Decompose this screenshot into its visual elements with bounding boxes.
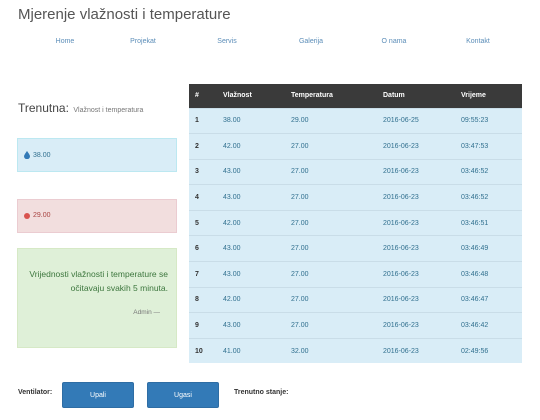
cell-index: 10 bbox=[189, 337, 217, 364]
cell-date: 2016-06-23 bbox=[377, 261, 455, 288]
cell-temperature: 27.00 bbox=[285, 261, 377, 288]
cell-index: 3 bbox=[189, 158, 217, 185]
main-nav: Home Projekat Servis Galerija O nama Kon… bbox=[0, 38, 540, 52]
readings-table: # Vlažnost Temperatura Datum Vrijeme 1 38… bbox=[189, 84, 522, 364]
nav-projekat[interactable]: Projekat bbox=[130, 38, 156, 45]
header-temperature: Temperatura bbox=[291, 92, 333, 100]
cell-index: 1 bbox=[189, 107, 217, 134]
cell-date: 2016-06-23 bbox=[377, 312, 455, 339]
cell-humidity: 43.00 bbox=[217, 235, 285, 262]
info-panel: Vrijednosti vlažnosti i temperature se o… bbox=[17, 248, 177, 348]
cell-humidity: 38.00 bbox=[217, 107, 285, 134]
cell-time: 03:46:47 bbox=[455, 286, 522, 313]
cell-temperature: 27.00 bbox=[285, 235, 377, 262]
table-row: 7 43.00 27.00 2016-06-23 03:46:48 bbox=[189, 261, 522, 288]
cell-index: 4 bbox=[189, 184, 217, 211]
current-heading: Trenutna: Vlažnost i temperatura bbox=[18, 99, 143, 117]
temperature-dot-icon bbox=[24, 212, 30, 219]
cell-temperature: 27.00 bbox=[285, 184, 377, 211]
temperature-panel: 29.00 bbox=[17, 199, 177, 233]
cell-index: 7 bbox=[189, 261, 217, 288]
cell-time: 03:46:51 bbox=[455, 209, 522, 236]
header-humidity: Vlažnost bbox=[223, 92, 252, 100]
cell-index: 5 bbox=[189, 209, 217, 236]
nav-kontakt[interactable]: Kontakt bbox=[466, 38, 490, 45]
table-row: 3 43.00 27.00 2016-06-23 03:46:52 bbox=[189, 158, 522, 185]
cell-humidity: 42.00 bbox=[217, 286, 285, 313]
table-row: 10 41.00 32.00 2016-06-23 02:49:56 bbox=[189, 337, 522, 364]
cell-time: 03:46:52 bbox=[455, 184, 522, 211]
table-row: 5 42.00 27.00 2016-06-23 03:46:51 bbox=[189, 209, 522, 236]
cell-index: 6 bbox=[189, 235, 217, 262]
cell-date: 2016-06-23 bbox=[377, 184, 455, 211]
nav-home[interactable]: Home bbox=[56, 38, 75, 45]
fan-state-label: Trenutno stanje: bbox=[234, 389, 289, 396]
cell-date: 2016-06-23 bbox=[377, 209, 455, 236]
table-row: 4 43.00 27.00 2016-06-23 03:46:52 bbox=[189, 184, 522, 211]
current-title: Trenutna: bbox=[18, 101, 69, 115]
temperature-value: 29.00 bbox=[33, 212, 51, 219]
cell-temperature: 27.00 bbox=[285, 133, 377, 160]
cell-time: 03:47:53 bbox=[455, 133, 522, 160]
water-drop-icon bbox=[24, 151, 30, 159]
table-row: 6 43.00 27.00 2016-06-23 03:46:49 bbox=[189, 235, 522, 262]
cell-humidity: 41.00 bbox=[217, 337, 285, 364]
cell-temperature: 27.00 bbox=[285, 209, 377, 236]
cell-date: 2016-06-25 bbox=[377, 107, 455, 134]
cell-time: 09:55:23 bbox=[455, 107, 522, 134]
table-header-row: # Vlažnost Temperatura Datum Vrijeme bbox=[189, 84, 522, 108]
cell-temperature: 27.00 bbox=[285, 312, 377, 339]
cell-humidity: 43.00 bbox=[217, 261, 285, 288]
fan-on-button[interactable]: Upali bbox=[62, 382, 134, 408]
cell-temperature: 27.00 bbox=[285, 286, 377, 313]
cell-index: 9 bbox=[189, 312, 217, 339]
cell-temperature: 27.00 bbox=[285, 158, 377, 185]
app-title: Mjerenje vlažnosti i temperature bbox=[18, 6, 231, 23]
nav-galerija[interactable]: Galerija bbox=[299, 38, 323, 45]
table-row: 8 42.00 27.00 2016-06-23 03:46:47 bbox=[189, 286, 522, 313]
cell-temperature: 32.00 bbox=[285, 337, 377, 364]
nav-servis[interactable]: Servis bbox=[217, 38, 236, 45]
cell-time: 03:46:52 bbox=[455, 158, 522, 185]
table-row: 2 42.00 27.00 2016-06-23 03:47:53 bbox=[189, 133, 522, 160]
cell-date: 2016-06-23 bbox=[377, 133, 455, 160]
cell-humidity: 42.00 bbox=[217, 133, 285, 160]
cell-index: 8 bbox=[189, 286, 217, 313]
cell-humidity: 43.00 bbox=[217, 312, 285, 339]
cell-date: 2016-06-23 bbox=[377, 235, 455, 262]
fan-off-button[interactable]: Ugasi bbox=[147, 382, 219, 408]
header-index: # bbox=[195, 92, 199, 100]
info-author: Admin — bbox=[133, 309, 160, 316]
cell-index: 2 bbox=[189, 133, 217, 160]
humidity-value: 38.00 bbox=[33, 151, 51, 159]
table-row: 1 38.00 29.00 2016-06-25 09:55:23 bbox=[189, 107, 522, 134]
current-subtitle: Vlažnost i temperatura bbox=[73, 107, 144, 114]
cell-date: 2016-06-23 bbox=[377, 158, 455, 185]
ventilator-label: Ventilator: bbox=[18, 389, 53, 396]
cell-temperature: 29.00 bbox=[285, 107, 377, 134]
info-text: Vrijednosti vlažnosti i temperature se o… bbox=[29, 269, 168, 293]
cell-time: 03:46:42 bbox=[455, 312, 522, 339]
cell-humidity: 42.00 bbox=[217, 209, 285, 236]
cell-humidity: 43.00 bbox=[217, 184, 285, 211]
nav-o-nama[interactable]: O nama bbox=[382, 38, 407, 45]
cell-time: 03:46:48 bbox=[455, 261, 522, 288]
humidity-panel: 38.00 bbox=[17, 138, 177, 172]
header-date: Datum bbox=[383, 92, 405, 100]
cell-date: 2016-06-23 bbox=[377, 286, 455, 313]
cell-time: 02:49:56 bbox=[455, 337, 522, 364]
table-row: 9 43.00 27.00 2016-06-23 03:46:42 bbox=[189, 312, 522, 339]
header-time: Vrijeme bbox=[461, 92, 486, 100]
cell-time: 03:46:49 bbox=[455, 235, 522, 262]
cell-date: 2016-06-23 bbox=[377, 337, 455, 364]
cell-humidity: 43.00 bbox=[217, 158, 285, 185]
